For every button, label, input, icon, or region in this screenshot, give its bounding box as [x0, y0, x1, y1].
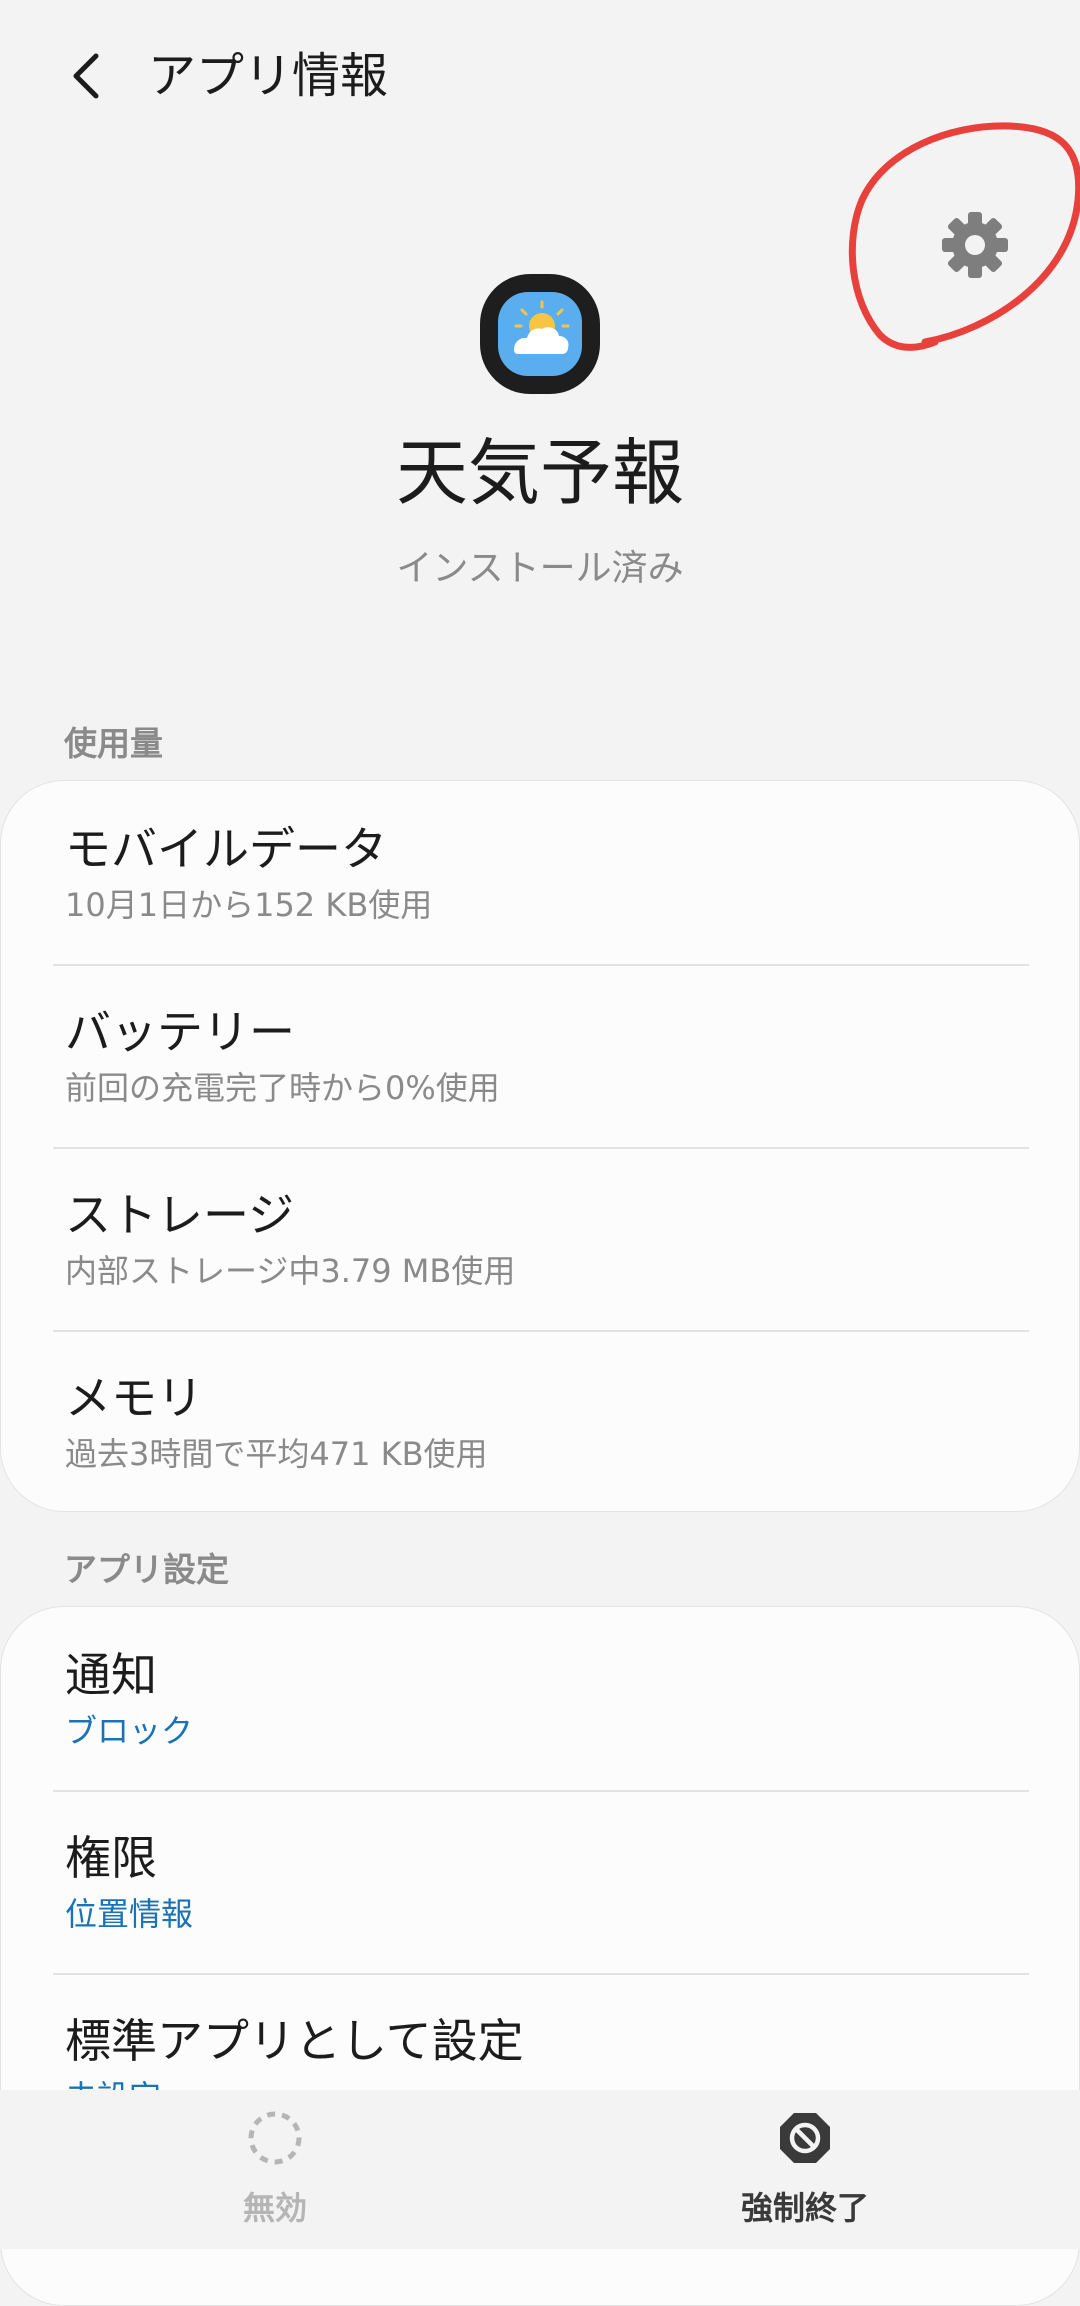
row-subtitle: ブロック	[65, 1712, 194, 1750]
app-icon	[478, 272, 602, 396]
row-title: ストレージ	[65, 1188, 295, 1242]
force-stop-button[interactable]: 強制終了	[655, 2108, 955, 2238]
row-subtitle: 過去3時間で平均471 KB使用	[65, 1435, 488, 1473]
section-label-usage: 使用量	[64, 724, 163, 763]
disable-label: 無効	[242, 2189, 307, 2227]
force-stop-label: 強制終了	[740, 2189, 869, 2227]
row-title: メモリ	[65, 1371, 203, 1425]
row-subtitle: 位置情報	[65, 1895, 194, 1933]
install-status: インストール済み	[396, 548, 684, 589]
storage-row[interactable]: ストレージ 内部ストレージ中3.79 MB使用	[1, 1147, 1079, 1329]
permissions-row[interactable]: 権限 位置情報	[1, 1790, 1079, 1972]
gear-icon	[942, 212, 1008, 278]
row-title: 権限	[65, 1831, 157, 1885]
row-title: バッテリー	[65, 1005, 295, 1059]
section-label-app-settings: アプリ設定	[64, 1550, 229, 1589]
mobile-data-row[interactable]: モバイルデータ 10月1日から152 KB使用	[1, 781, 1079, 963]
top-app-bar: アプリ情報	[0, 0, 1080, 150]
battery-row[interactable]: バッテリー 前回の充電完了時から0%使用	[1, 964, 1079, 1146]
dashed-circle-icon	[248, 2111, 302, 2165]
row-subtitle: 前回の充電完了時から0%使用	[65, 1069, 500, 1107]
row-subtitle: 10月1日から152 KB使用	[65, 886, 433, 924]
memory-row[interactable]: メモリ 過去3時間で平均471 KB使用	[1, 1330, 1079, 1511]
row-title: 通知	[65, 1648, 157, 1702]
row-subtitle: 内部ストレージ中3.79 MB使用	[65, 1252, 516, 1290]
stop-icon	[780, 2113, 830, 2163]
row-title: モバイルデータ	[65, 822, 387, 876]
disable-button[interactable]: 無効	[125, 2108, 425, 2238]
app-name: 天気予報	[395, 431, 684, 515]
usage-card: モバイルデータ 10月1日から152 KB使用 バッテリー 前回の充電完了時から…	[0, 780, 1080, 1512]
bottom-action-bar: 無効 強制終了	[0, 2090, 1080, 2249]
chevron-left-icon	[73, 53, 99, 99]
weather-icon	[480, 274, 600, 394]
back-button[interactable]	[54, 36, 118, 116]
notifications-row[interactable]: 通知 ブロック	[1, 1607, 1079, 1789]
page-title: アプリ情報	[148, 48, 389, 104]
row-title: 標準アプリとして設定	[65, 2014, 524, 2068]
app-settings-button[interactable]	[900, 190, 1050, 300]
